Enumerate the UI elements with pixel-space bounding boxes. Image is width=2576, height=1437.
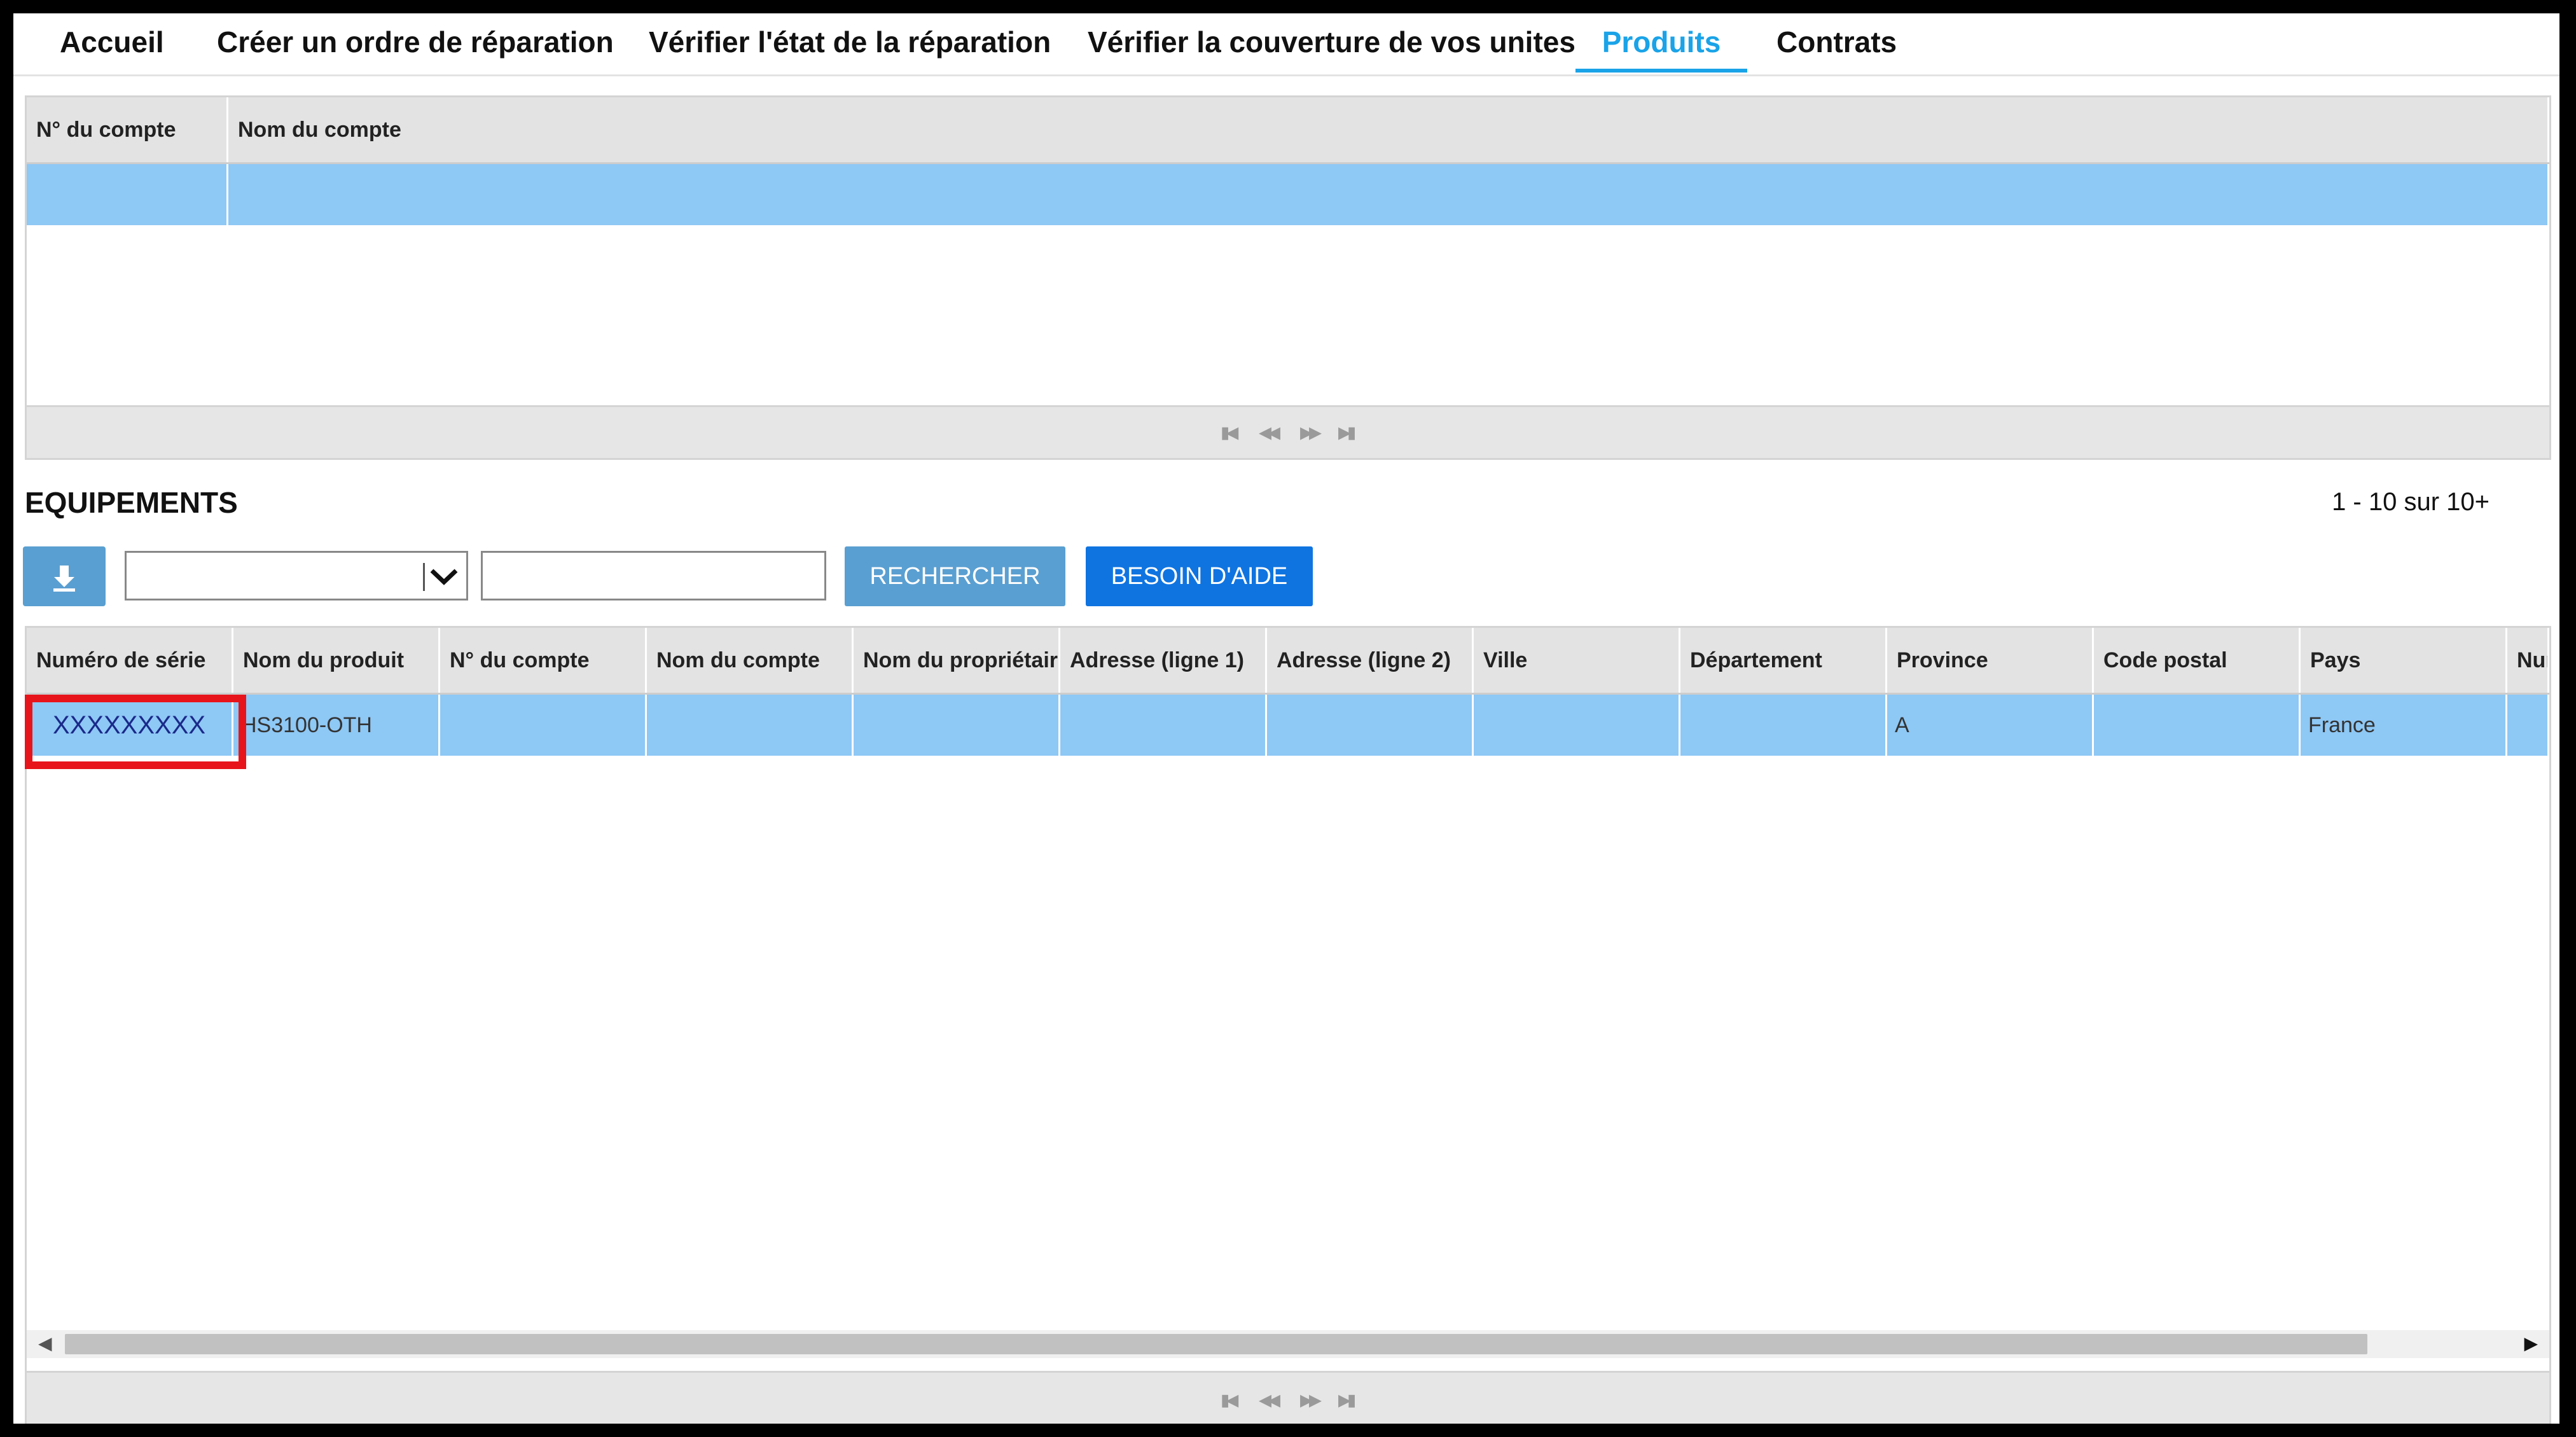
tab-verifier-couverture[interactable]: Vérifier la couverture de vos unites — [1088, 13, 1575, 73]
top-nav: Accueil Créer un ordre de réparation Vér… — [13, 13, 2559, 76]
search-input[interactable] — [481, 551, 826, 600]
tab-verifier-etat[interactable]: Vérifier l'état de la réparation — [649, 13, 1051, 73]
cell-numero-compte[interactable] — [440, 695, 647, 756]
cell-adresse-ligne1[interactable] — [1060, 695, 1267, 756]
cell-nom-proprietaire[interactable] — [854, 695, 1060, 756]
equipments-pager: ▮◀ ◀◀ ▶▶ ▶▮ — [27, 1371, 2549, 1424]
next-page-icon[interactable]: ▶▶ — [1300, 1391, 1322, 1410]
accounts-pager: ▮◀ ◀◀ ▶▶ ▶▮ — [27, 405, 2549, 458]
section-title: EQUIPEMENTS — [25, 486, 238, 519]
cell-nom-produit[interactable]: HS3100-OTH — [233, 695, 440, 756]
tab-accueil[interactable]: Accueil — [60, 13, 164, 73]
download-button[interactable] — [23, 546, 106, 606]
accounts-grid: N° du compte Nom du compte ▮◀ ◀◀ ▶▶ ▶▮ — [25, 95, 2551, 460]
col-header-province[interactable]: Province — [1887, 628, 2094, 693]
scrollbar-thumb[interactable] — [65, 1334, 2367, 1354]
first-page-icon[interactable]: ▮◀ — [1221, 423, 1238, 443]
horizontal-scrollbar[interactable]: ◀ ▶ — [27, 1330, 2549, 1358]
cell-departement[interactable] — [1680, 695, 1887, 756]
cell-num[interactable] — [2507, 695, 2549, 756]
col-header-code-postal[interactable]: Code postal — [2094, 628, 2301, 693]
first-page-icon[interactable]: ▮◀ — [1221, 1391, 1238, 1410]
equipments-grid-header: Numéro de série Nom du produit N° du com… — [27, 628, 2549, 695]
scroll-left-icon[interactable]: ◀ — [38, 1333, 52, 1354]
col-header-nom-produit[interactable]: Nom du produit — [233, 628, 440, 693]
app-frame: Accueil Créer un ordre de réparation Vér… — [13, 13, 2559, 1424]
last-page-icon[interactable]: ▶▮ — [1338, 423, 1356, 443]
result-count: 1 - 10 sur 10+ — [2332, 488, 2489, 516]
download-icon — [53, 566, 75, 592]
tab-contrats[interactable]: Contrats — [1776, 13, 1897, 73]
tab-produits[interactable]: Produits — [1575, 13, 1747, 73]
col-header-nom-proprietaire[interactable]: Nom du propriétaire — [854, 628, 1060, 693]
col-header-departement[interactable]: Département — [1680, 628, 1887, 693]
help-button[interactable]: BESOIN D'AIDE — [1086, 546, 1313, 606]
table-row[interactable]: XXXXXXXXX HS3100-OTH A France — [27, 695, 2549, 756]
col-header-numero-compte[interactable]: N° du compte — [440, 628, 647, 693]
cell-nom-compte[interactable] — [228, 164, 2549, 225]
cell-numero-compte[interactable] — [27, 164, 228, 225]
col-header-numero-serie[interactable]: Numéro de série — [27, 628, 233, 693]
equipments-grid: Numéro de série Nom du produit N° du com… — [25, 626, 2551, 1424]
prev-page-icon[interactable]: ◀◀ — [1259, 1391, 1280, 1410]
col-header-num[interactable]: Num — [2507, 628, 2549, 693]
cell-province[interactable]: A — [1887, 695, 2094, 756]
select-divider — [423, 563, 425, 591]
tab-creer-ordre[interactable]: Créer un ordre de réparation — [217, 13, 614, 73]
col-header-adresse-ligne2[interactable]: Adresse (ligne 2) — [1267, 628, 1474, 693]
col-header-numero-compte[interactable]: N° du compte — [27, 97, 228, 162]
col-header-adresse-ligne1[interactable]: Adresse (ligne 1) — [1060, 628, 1267, 693]
col-header-ville[interactable]: Ville — [1474, 628, 1680, 693]
last-page-icon[interactable]: ▶▮ — [1338, 1391, 1356, 1410]
next-page-icon[interactable]: ▶▶ — [1300, 423, 1322, 443]
cell-ville[interactable] — [1474, 695, 1680, 756]
accounts-grid-header: N° du compte Nom du compte — [27, 97, 2549, 164]
prev-page-icon[interactable]: ◀◀ — [1259, 423, 1280, 443]
chevron-down-icon — [430, 569, 458, 585]
cell-code-postal[interactable] — [2094, 695, 2301, 756]
filter-select[interactable] — [125, 551, 468, 600]
table-row[interactable] — [27, 164, 2549, 225]
cell-pays[interactable]: France — [2301, 695, 2507, 756]
highlight-box — [25, 695, 246, 769]
col-header-pays[interactable]: Pays — [2301, 628, 2507, 693]
cell-adresse-ligne2[interactable] — [1267, 695, 1474, 756]
scroll-right-icon[interactable]: ▶ — [2524, 1333, 2538, 1354]
search-button[interactable]: RECHERCHER — [845, 546, 1065, 606]
cell-nom-compte[interactable] — [647, 695, 854, 756]
col-header-nom-compte[interactable]: Nom du compte — [647, 628, 854, 693]
col-header-nom-compte[interactable]: Nom du compte — [228, 97, 2549, 162]
